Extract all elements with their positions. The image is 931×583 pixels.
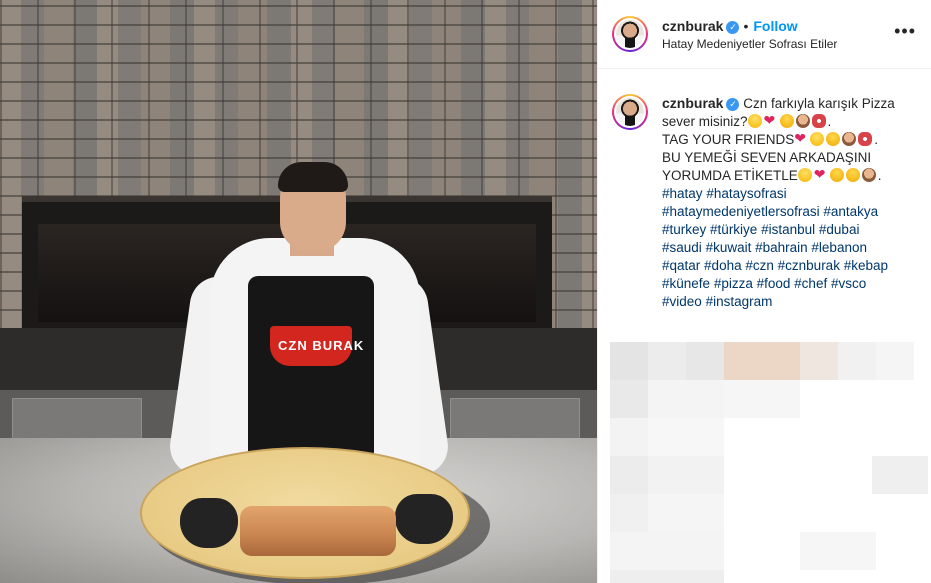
hashtag-link[interactable]: #künefe bbox=[662, 276, 710, 291]
hashtag-list: #hatay #hataysofrasi #hataymedeniyetlerso… bbox=[662, 185, 912, 311]
hashtag-link[interactable]: #doha bbox=[704, 258, 742, 273]
verified-badge-icon: ✓ bbox=[726, 21, 740, 34]
caption-text: sever misiniz? bbox=[662, 114, 748, 129]
chef: CZN BURAK bbox=[166, 162, 452, 480]
separator-dot: • bbox=[743, 18, 749, 34]
yum-emoji-icon bbox=[845, 168, 860, 182]
verified-badge-icon: ✓ bbox=[726, 98, 740, 111]
caption-text: YORUMDA ETİKETLE bbox=[662, 168, 798, 183]
blurred-comments bbox=[610, 330, 931, 583]
hashtag-link[interactable]: #bahrain bbox=[755, 240, 808, 255]
hashtag-link[interactable]: #chef bbox=[794, 276, 827, 291]
steak-emoji-icon bbox=[811, 114, 826, 128]
rolling-pin bbox=[240, 506, 396, 556]
hashtag-link[interactable]: #video bbox=[662, 294, 702, 309]
red-heart-emoji-icon bbox=[794, 130, 808, 148]
post-panel: cznburak ✓ • Follow Hatay Medeniyetler Sofr… bbox=[597, 0, 931, 583]
apron-text: CZN BURAK bbox=[278, 338, 365, 353]
more-options-icon[interactable]: ••• bbox=[894, 22, 916, 40]
post-media[interactable]: CZN BURAK bbox=[0, 0, 597, 583]
hashtag-link[interactable]: #türkiye bbox=[710, 222, 757, 237]
header-username[interactable]: cznburak bbox=[662, 18, 723, 34]
hashtag-link[interactable]: #antakya bbox=[823, 204, 878, 219]
caption-text: BU YEMEĞİ SEVEN ARKADAŞINI bbox=[662, 150, 872, 165]
follow-button[interactable]: Follow bbox=[753, 18, 797, 34]
monkey-emoji-icon bbox=[842, 132, 857, 146]
caption-username[interactable]: cznburak bbox=[662, 95, 723, 111]
hashtag-link[interactable]: #dubai bbox=[819, 222, 860, 237]
caption-text: Czn farkıyla karışık Pizza bbox=[743, 96, 895, 111]
hashtag-line: #video #instagram bbox=[662, 293, 912, 311]
yum-emoji-icon bbox=[826, 132, 841, 146]
red-heart-emoji-icon bbox=[814, 166, 828, 184]
yum-emoji-icon bbox=[779, 114, 794, 128]
hashtag-link[interactable]: #hataymedeniyetlersofrasi bbox=[662, 204, 820, 219]
yum-emoji-icon bbox=[829, 168, 844, 182]
hashtag-link[interactable]: #pizza bbox=[714, 276, 753, 291]
hashtag-line: #turkey #türkiye #istanbul #dubai bbox=[662, 221, 912, 239]
hashtag-link[interactable]: #hatay bbox=[662, 186, 703, 201]
hashtag-line: #hatay #hataysofrasi bbox=[662, 185, 912, 203]
monkey-emoji-icon bbox=[861, 168, 876, 182]
hashtag-line: #hataymedeniyetlersofrasi #antakya bbox=[662, 203, 912, 221]
apron: CZN BURAK bbox=[248, 276, 374, 456]
hashtag-link[interactable]: #vsco bbox=[831, 276, 866, 291]
hashtag-line: #qatar #doha #czn #cznburak #kebap bbox=[662, 257, 912, 275]
hashtag-line: #künefe #pizza #food #chef #vsco bbox=[662, 275, 912, 293]
hashtag-link[interactable]: #czn bbox=[745, 258, 774, 273]
caption-avatar[interactable] bbox=[612, 94, 648, 130]
right-glove bbox=[395, 494, 453, 544]
laughing-emoji-icon bbox=[747, 114, 762, 128]
left-glove bbox=[180, 498, 238, 548]
hashtag-line: #saudi #kuwait #bahrain #lebanon bbox=[662, 239, 912, 257]
hashtag-link[interactable]: #turkey bbox=[662, 222, 706, 237]
post-header: cznburak ✓ • Follow Hatay Medeniyetler Sofr… bbox=[598, 0, 931, 69]
laughing-emoji-icon bbox=[797, 168, 812, 182]
location-link[interactable]: Hatay Medeniyetler Sofrası Etiler bbox=[662, 37, 837, 51]
hashtag-link[interactable]: #qatar bbox=[662, 258, 700, 273]
avatar[interactable] bbox=[612, 16, 648, 52]
steak-emoji-icon bbox=[858, 132, 873, 146]
hashtag-link[interactable]: #instagram bbox=[706, 294, 773, 309]
hashtag-link[interactable]: #istanbul bbox=[761, 222, 815, 237]
monkey-emoji-icon bbox=[795, 114, 810, 128]
caption-text: TAG YOUR FRIENDS bbox=[662, 132, 795, 147]
hashtag-link[interactable]: #kebap bbox=[844, 258, 888, 273]
hashtag-link[interactable]: #kuwait bbox=[706, 240, 752, 255]
hashtag-link[interactable]: #saudi bbox=[662, 240, 702, 255]
hashtag-link[interactable]: #hataysofrasi bbox=[706, 186, 786, 201]
laughing-emoji-icon bbox=[810, 132, 825, 146]
post-caption: cznburak ✓ Czn farkıyla karışık Pizza sev… bbox=[662, 94, 912, 311]
red-heart-emoji-icon bbox=[764, 112, 778, 130]
hashtag-link[interactable]: #cznburak bbox=[778, 258, 840, 273]
hashtag-link[interactable]: #food bbox=[757, 276, 791, 291]
hashtag-link[interactable]: #lebanon bbox=[811, 240, 867, 255]
